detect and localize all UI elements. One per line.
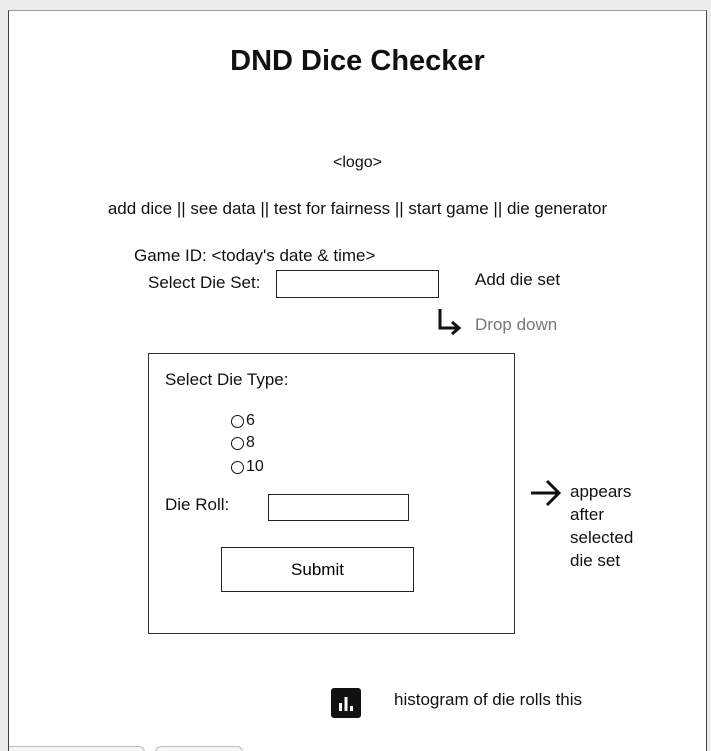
die-type-option-6[interactable]: 6 <box>231 412 255 430</box>
game-id-value: <today's date & time> <box>211 246 376 265</box>
radio-button[interactable] <box>231 414 244 428</box>
add-die-set-link[interactable]: Add die set <box>475 270 560 290</box>
die-entry-panel: Select Die Type: 6 8 10 Die Roll: Submit <box>148 353 515 634</box>
die-type-option-10[interactable]: 10 <box>231 458 264 476</box>
annotation-line: after <box>570 505 605 524</box>
die-set-label: Select Die Set: <box>148 273 261 292</box>
radio-button[interactable] <box>231 460 244 474</box>
annotation-line: appears <box>570 482 632 501</box>
wireframe-page: DND Dice Checker <logo> add dice || see … <box>8 10 707 751</box>
die-type-label-10: 10 <box>246 458 264 475</box>
nav-start-game[interactable]: start game <box>408 199 488 218</box>
arrow-right-icon <box>531 479 562 507</box>
nav-separator: || <box>488 199 507 218</box>
nav-add-dice[interactable]: add dice <box>108 199 172 218</box>
die-roll-label: Die Roll: <box>165 495 230 514</box>
corner-down-right-arrow-icon <box>438 309 462 336</box>
nav-see-data[interactable]: see data <box>190 199 255 218</box>
submit-button[interactable]: Submit <box>221 547 414 592</box>
die-type-label-6: 6 <box>246 412 255 429</box>
radio-button[interactable] <box>231 436 244 450</box>
nav-separator: || <box>172 199 191 218</box>
nav-separator: || <box>255 199 274 218</box>
die-roll-input[interactable] <box>268 494 409 521</box>
game-id: Game ID: <today's date & time> <box>134 246 375 266</box>
die-type-label: Select Die Type: <box>165 370 289 389</box>
die-set-input[interactable] <box>276 270 439 298</box>
histogram-label: histogram of die rolls this <box>394 690 583 709</box>
bottom-tab[interactable] <box>9 746 145 751</box>
game-id-label: Game ID: <box>134 246 207 265</box>
dropdown-note: Drop down <box>475 315 558 334</box>
die-type-option-8[interactable]: 8 <box>231 434 255 452</box>
annotation-line: die set <box>570 551 621 570</box>
nav-test-fairness[interactable]: test for fairness <box>274 199 390 218</box>
nav-separator: || <box>390 199 409 218</box>
logo-placeholder: <logo> <box>333 154 382 171</box>
bottom-tab[interactable] <box>155 746 243 751</box>
bar-chart-icon[interactable] <box>331 688 361 718</box>
main-nav: add dice || see data || test for fairnes… <box>9 199 706 219</box>
page-title: DND Dice Checker <box>230 45 485 77</box>
die-type-label-8: 8 <box>246 434 255 451</box>
annotation-line: selected <box>570 528 634 547</box>
nav-die-generator[interactable]: die generator <box>507 199 607 218</box>
annotation-note: appears after selected die set <box>570 480 633 572</box>
